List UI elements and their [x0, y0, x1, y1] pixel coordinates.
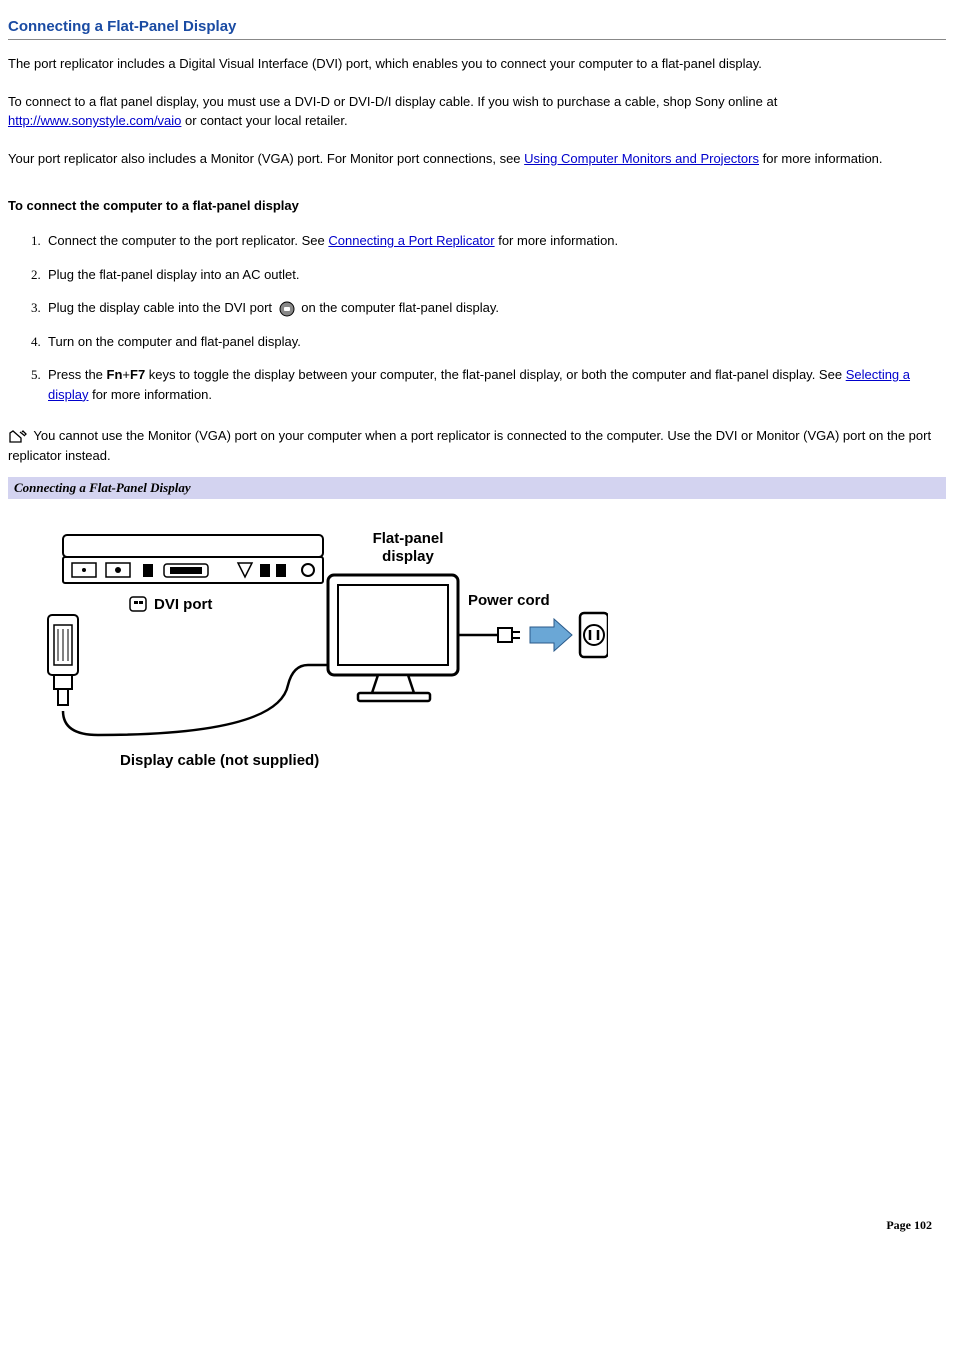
step1-text-a: Connect the computer to the port replica…: [48, 233, 328, 248]
step-5: Press the Fn+F7 keys to toggle the displ…: [44, 365, 946, 404]
intro-paragraph-2: To connect to a flat panel display, you …: [8, 92, 946, 131]
plus-sign: +: [122, 367, 130, 382]
note-text: You cannot use the Monitor (VGA) port on…: [8, 428, 931, 463]
dvi-port-label: DVI port: [154, 596, 212, 613]
para2-text-b: or contact your local retailer.: [181, 113, 347, 128]
step3-text-a: Plug the display cable into the DVI port: [48, 300, 276, 315]
step-1: Connect the computer to the port replica…: [44, 231, 946, 251]
step-2: Plug the flat-panel display into an AC o…: [44, 265, 946, 285]
para3-text-b: for more information.: [759, 151, 883, 166]
dvi-port-icon: [278, 301, 296, 317]
connection-diagram: DVI port Flat-panel display Power cord: [38, 515, 946, 778]
step1-text-b: for more information.: [495, 233, 619, 248]
procedure-list: Connect the computer to the port replica…: [8, 231, 946, 404]
intro-paragraph-3: Your port replicator also includes a Mon…: [8, 149, 946, 169]
port-replicator-link[interactable]: Connecting a Port Replicator: [328, 233, 494, 248]
step3-text-b: on the computer flat-panel display.: [298, 300, 499, 315]
page-number: Page 102: [8, 1218, 946, 1233]
section-title: Connecting a Flat-Panel Display: [8, 18, 946, 40]
flat-panel-label-2: display: [382, 548, 434, 565]
power-cord-label: Power cord: [468, 592, 550, 609]
figure-caption: Connecting a Flat-Panel Display: [8, 477, 946, 499]
step-4: Turn on the computer and flat-panel disp…: [44, 332, 946, 352]
procedure-heading: To connect the computer to a flat-panel …: [8, 198, 946, 213]
monitors-link[interactable]: Using Computer Monitors and Projectors: [524, 151, 759, 166]
step5-text-a: Press the: [48, 367, 107, 382]
intro-paragraph-1: The port replicator includes a Digital V…: [8, 54, 946, 74]
fn-key: Fn: [107, 367, 123, 382]
para3-text-a: Your port replicator also includes a Mon…: [8, 151, 524, 166]
step5-text-c: for more information.: [88, 387, 212, 402]
note-icon: [8, 429, 28, 445]
note-block: You cannot use the Monitor (VGA) port on…: [8, 426, 946, 465]
f7-key: F7: [130, 367, 145, 382]
step-3: Plug the display cable into the DVI port…: [44, 298, 946, 318]
sonystyle-link[interactable]: http://www.sonystyle.com/vaio: [8, 113, 181, 128]
para2-text-a: To connect to a flat panel display, you …: [8, 94, 777, 109]
display-cable-label: Display cable (not supplied): [120, 752, 319, 769]
flat-panel-label-1: Flat-panel: [373, 530, 444, 547]
step5-text-b: keys to toggle the display between your …: [145, 367, 846, 382]
